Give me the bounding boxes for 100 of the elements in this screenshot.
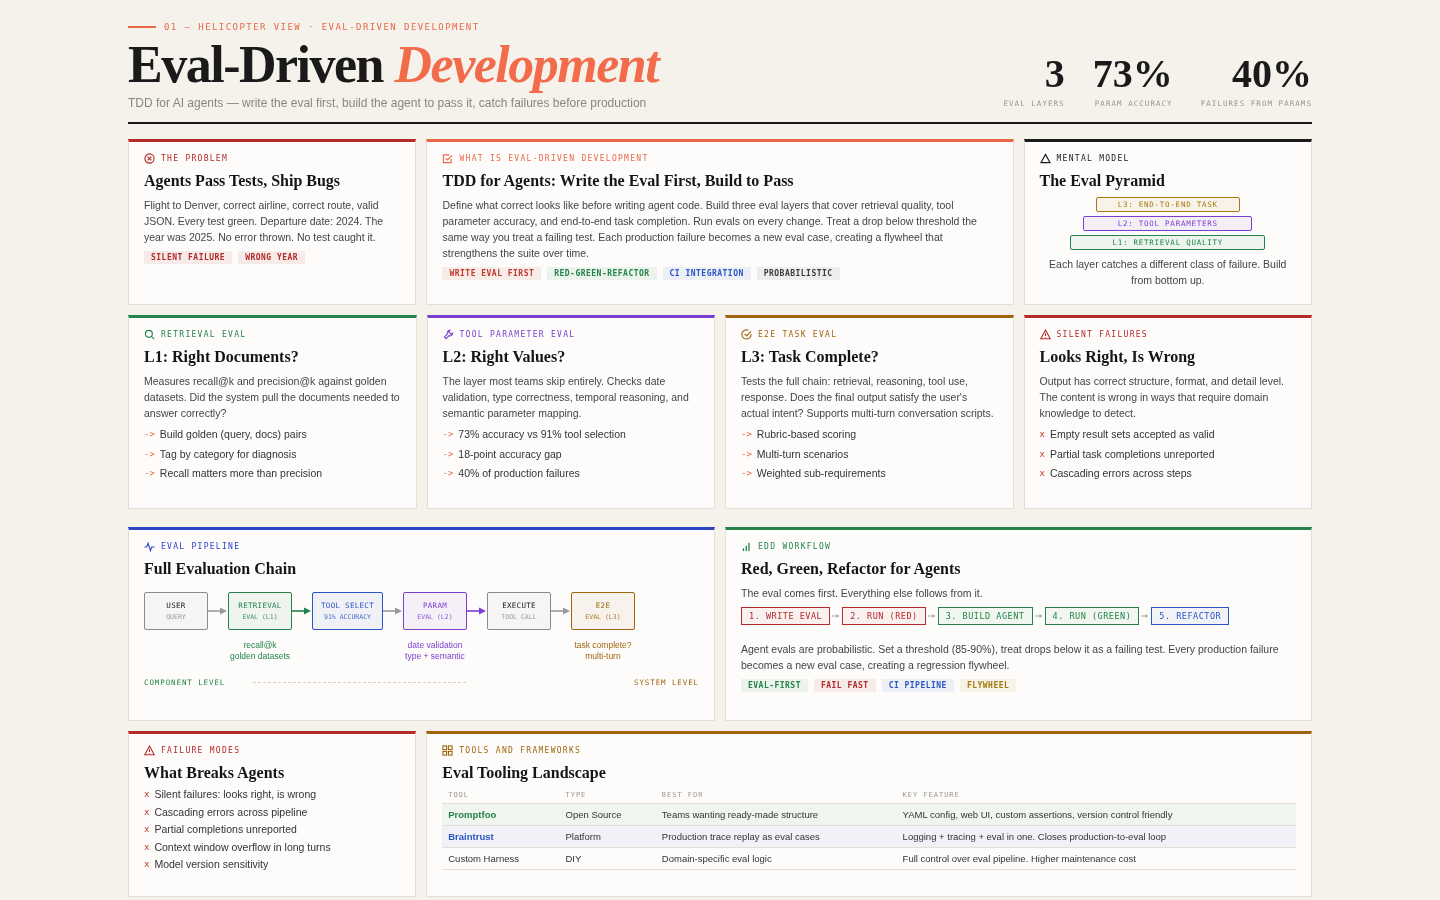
card-title: L3: Task Complete? bbox=[741, 348, 880, 366]
triangle-icon bbox=[1039, 153, 1051, 164]
table-cell: Logging + tracing + eval in one. Closes production-to-eval loop bbox=[896, 825, 1296, 848]
stat-value: 40% bbox=[1232, 53, 1312, 95]
table-cell: DIY bbox=[559, 847, 656, 870]
tag: FLYWHEEL bbox=[959, 679, 1017, 692]
card-kicker: THE PROBLEM bbox=[161, 154, 229, 163]
card-title: TDD for Agents: Write the Eval First, Build to Pass bbox=[442, 172, 795, 190]
table-cell: Production trace replay as eval cases bbox=[655, 825, 897, 848]
bullet-marker: -> bbox=[144, 467, 155, 480]
node-note: type + semantic bbox=[405, 651, 465, 662]
table-cell: Custom Harness bbox=[442, 847, 560, 870]
card-title: L2: Right Values? bbox=[442, 348, 567, 366]
list-item: Empty result sets accepted as valid bbox=[1049, 427, 1215, 442]
list-item: Context window overflow in long turns bbox=[154, 839, 331, 855]
card-kicker: TOOLS AND FRAMEWORKS bbox=[459, 746, 582, 755]
list-item: Weighted sub-requirements bbox=[756, 466, 886, 481]
bullet-marker: x bbox=[1039, 428, 1045, 441]
card-text: Agent evals are probabilistic. Set a threshold (85-90%), treat drops below it as a failing test. Every production failure becomes a new eval case, creating a regression flywheel. bbox=[741, 642, 1280, 673]
search-icon bbox=[144, 329, 155, 340]
node-note: task complete? bbox=[574, 640, 632, 651]
card-text: The layer most teams skip entirely. Checks date validation, type correctness, temporal reasoning, and semantic parameter mapping. bbox=[442, 374, 690, 421]
stat-value: 3 bbox=[1044, 53, 1065, 95]
bullet-marker: x bbox=[144, 840, 150, 854]
card-text: Each layer catches a different class of failure. Build from bottom up. bbox=[1048, 257, 1288, 288]
workflow-step: 5. REFACTOR bbox=[1151, 607, 1230, 625]
bullet-marker: x bbox=[1039, 467, 1045, 480]
list-item: 18-point accuracy gap bbox=[458, 446, 562, 462]
arrow-icon bbox=[1034, 613, 1043, 619]
card-title: What Breaks Agents bbox=[144, 764, 286, 782]
warning-icon bbox=[1039, 329, 1051, 340]
card-title: Red, Green, Refactor for Agents bbox=[741, 560, 962, 578]
tag: FAIL FAST bbox=[813, 679, 876, 692]
wrench-icon bbox=[442, 329, 454, 340]
workflow-step: 3. BUILD AGENT bbox=[937, 607, 1033, 625]
bullet-marker: -> bbox=[442, 428, 454, 441]
table-cell: Platform bbox=[559, 825, 656, 848]
card-kicker: FAILURE MODES bbox=[161, 746, 241, 755]
grid-icon bbox=[442, 745, 454, 756]
tag: WRITE EVAL FIRST bbox=[442, 267, 542, 280]
tag: CI PIPELINE bbox=[881, 679, 954, 692]
card-text: Measures recall@k and precision@k against golden datasets. Did the system pull the documents needed to answer correctly? bbox=[144, 374, 401, 421]
list-item: Multi-turn scenarios bbox=[756, 446, 849, 462]
card-title: Looks Right, Is Wrong bbox=[1039, 348, 1197, 366]
workflow-step: 1. WRITE EVAL bbox=[741, 607, 831, 625]
arrow-icon bbox=[1141, 613, 1150, 619]
bullet-marker: -> bbox=[144, 447, 155, 461]
page-title: Eval-Driven Development bbox=[128, 38, 659, 92]
list-item: Tag by category for diagnosis bbox=[159, 446, 297, 462]
tag: EVAL-FIRST bbox=[741, 679, 808, 692]
section-kicker: 01 — HELICOPTER VIEW · EVAL-DRIVEN DEVELOPMENT bbox=[164, 22, 480, 32]
card-title: Agents Pass Tests, Ship Bugs bbox=[144, 172, 342, 190]
bullet-marker: -> bbox=[741, 447, 752, 461]
tag: CI INTEGRATION bbox=[662, 267, 751, 280]
card-kicker: E2E TASK EVAL bbox=[758, 330, 838, 339]
list-item: Recall matters more than precision bbox=[159, 466, 323, 481]
arrow-icon bbox=[832, 613, 841, 619]
list-item: Cascading errors across steps bbox=[1049, 466, 1192, 481]
card-title: Eval Tooling Landscape bbox=[442, 764, 607, 782]
bullet-marker: -> bbox=[741, 428, 752, 441]
node-note: date validation bbox=[407, 640, 463, 651]
tag: RED-GREEN-REFACTOR bbox=[547, 267, 657, 280]
pulse-icon bbox=[144, 541, 155, 552]
bullet-marker: -> bbox=[144, 428, 155, 441]
list-item: 73% accuracy vs 91% tool selection bbox=[458, 427, 626, 442]
list-item: Silent failures: looks right, is wrong bbox=[154, 787, 317, 802]
list-item: Cascading errors across pipeline bbox=[154, 804, 308, 820]
card-text: Output has correct structure, format, and detail level. The content is wrong in ways that require domain knowledge to detect. bbox=[1039, 374, 1286, 421]
list-item: Partial task completions unreported bbox=[1049, 446, 1215, 462]
list-item: Model version sensitivity bbox=[154, 857, 269, 872]
tag: WRONG YEAR bbox=[238, 251, 306, 264]
bullet-marker: x bbox=[144, 788, 150, 801]
workflow-step: 2. RUN (RED) bbox=[842, 607, 926, 625]
table-cell: YAML config, web UI, custom assertions, version control friendly bbox=[896, 803, 1296, 826]
card-title: Full Evaluation Chain bbox=[144, 560, 298, 578]
card-title: L1: Right Documents? bbox=[144, 348, 300, 366]
page-subtitle: TDD for AI agents — write the eval first, build the agent to pass it, catch failures before production bbox=[128, 96, 648, 110]
card-text: Define what correct looks like before writing agent code. Build three eval layers that cover retrieval quality, tool parameter accuracy, and end-to-end task completion. Run evals on every change. Treat a drop below threshold the same way you treat a failing test. Each production failure becomes a new eval case, creating a flywheel that strengthens the suite over time. bbox=[442, 198, 978, 261]
card-kicker: RETRIEVAL EVAL bbox=[161, 330, 247, 339]
bullet-marker: x bbox=[144, 805, 150, 819]
card-text: The eval comes first. Everything else follows from it. bbox=[741, 586, 984, 601]
bullet-marker: x bbox=[144, 823, 150, 836]
card-kicker: TOOL PARAMETER EVAL bbox=[459, 330, 576, 339]
stat-value: 73% bbox=[1092, 53, 1173, 95]
bullet-marker: x bbox=[1039, 447, 1045, 461]
list-item: Partial completions unreported bbox=[154, 822, 297, 837]
card-text: Flight to Denver, correct airline, correct route, valid JSON. Every test green. Departure date: 2024. The year was 2025. No error thrown. No test caught it. bbox=[144, 198, 385, 245]
bar-chart-icon bbox=[741, 541, 752, 552]
card-kicker: WHAT IS EVAL-DRIVEN DEVELOPMENT bbox=[459, 154, 649, 163]
bullet-marker: -> bbox=[442, 447, 454, 461]
card-kicker: EVAL PIPELINE bbox=[161, 542, 241, 551]
card-kicker: MENTAL MODEL bbox=[1056, 154, 1130, 163]
x-circle-icon bbox=[144, 153, 155, 164]
table-cell: Full control over eval pipeline. Higher maintenance cost bbox=[896, 847, 1296, 870]
node-note: golden datasets bbox=[230, 651, 290, 662]
table-cell: Promptfoo bbox=[442, 803, 560, 826]
table-cell: Teams wanting ready-made structure bbox=[655, 803, 897, 826]
card-title: The Eval Pyramid bbox=[1039, 172, 1166, 190]
card-text: Tests the full chain: retrieval, reasoning, tool use, response. Does the final output satisfy the user's actual intent? Supports multi-turn conversation scripts. bbox=[741, 374, 995, 421]
checkbox-icon bbox=[442, 153, 454, 164]
